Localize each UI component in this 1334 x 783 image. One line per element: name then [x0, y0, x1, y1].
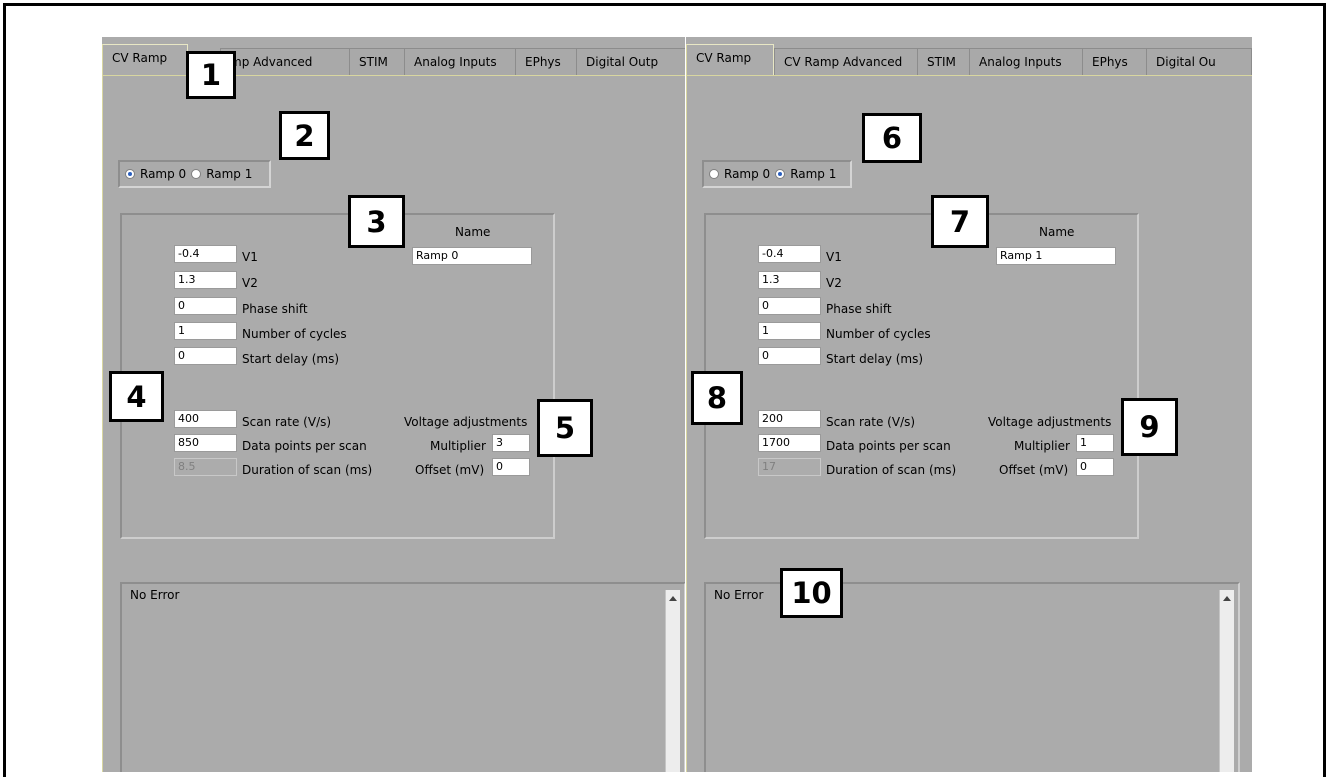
tab-stim[interactable]: STIM	[917, 48, 970, 75]
num-cycles-field[interactable]: 1	[174, 322, 237, 340]
data-points-field[interactable]: 1700	[758, 434, 821, 452]
callout-2: 2	[279, 111, 330, 160]
radio-ramp-1[interactable]	[191, 169, 202, 179]
callout-1: 1	[186, 51, 236, 99]
error-text: No Error	[130, 588, 180, 602]
tab-digital-outputs[interactable]: Digital Outp	[576, 48, 685, 75]
radio-ramp-0-label: Ramp 0	[140, 167, 187, 181]
duration-field: 17	[758, 458, 821, 476]
tab-digital-outputs[interactable]: Digital Ou	[1146, 48, 1252, 75]
radio-ramp-0-label: Ramp 0	[724, 167, 771, 181]
multiplier-label: Multiplier	[430, 439, 486, 453]
callout-10: 10	[780, 568, 843, 618]
tab-cv-ramp[interactable]: CV Ramp	[102, 44, 188, 76]
ramp-name-field[interactable]: Ramp 1	[996, 247, 1116, 265]
tab-strip: CV Ramp CV Ramp Advanced STIM Analog Inp…	[686, 37, 1252, 76]
start-delay-field[interactable]: 0	[758, 347, 821, 365]
ramp-settings-group: Name Ramp 0 -0.4 V1 1.3 V2 0 Phase shift…	[120, 213, 555, 539]
error-box: No Error	[120, 582, 685, 772]
callout-8: 8	[691, 371, 743, 425]
v2-field[interactable]: 1.3	[174, 271, 237, 289]
data-points-label: Data points per scan	[242, 439, 367, 453]
ramp-selector: Ramp 0 Ramp 1	[702, 160, 852, 188]
tab-analog-inputs[interactable]: Analog Inputs	[404, 48, 516, 75]
scan-rate-label: Scan rate (V/s)	[242, 415, 332, 429]
phase-shift-label: Phase shift	[242, 302, 308, 316]
duration-label: Duration of scan (ms)	[826, 463, 957, 477]
radio-ramp-1-label: Ramp 1	[206, 167, 253, 181]
error-text: No Error	[714, 588, 764, 602]
callout-9: 9	[1121, 398, 1178, 456]
offset-field[interactable]: 0	[1076, 458, 1114, 476]
radio-ramp-1[interactable]	[775, 169, 786, 179]
start-delay-label: Start delay (ms)	[242, 352, 340, 366]
duration-label: Duration of scan (ms)	[242, 463, 373, 477]
offset-label: Offset (mV)	[999, 463, 1069, 477]
tab-ephys[interactable]: EPhys	[515, 48, 577, 75]
data-points-field[interactable]: 850	[174, 434, 237, 452]
radio-ramp-0[interactable]	[709, 169, 719, 179]
multiplier-label: Multiplier	[1014, 439, 1070, 453]
v2-label: V2	[242, 276, 258, 290]
start-delay-field[interactable]: 0	[174, 347, 237, 365]
v2-label: V2	[826, 276, 842, 290]
callout-4: 4	[109, 371, 164, 422]
num-cycles-field[interactable]: 1	[758, 322, 821, 340]
radio-ramp-1-label: Ramp 1	[790, 167, 837, 181]
offset-label: Offset (mV)	[415, 463, 485, 477]
vertical-scrollbar[interactable]	[1219, 590, 1234, 772]
v1-label: V1	[826, 250, 842, 264]
num-cycles-label: Number of cycles	[826, 327, 931, 341]
callout-7: 7	[931, 195, 989, 248]
name-label: Name	[1039, 225, 1075, 239]
ramp-selector: Ramp 0 Ramp 1	[118, 160, 271, 188]
v2-field[interactable]: 1.3	[758, 271, 821, 289]
tab-ephys[interactable]: EPhys	[1082, 48, 1147, 75]
ramp-name-field[interactable]: Ramp 0	[412, 247, 532, 265]
tab-stim[interactable]: STIM	[349, 48, 405, 75]
tab-cv-ramp-advanced[interactable]: CV Ramp Advanced	[774, 48, 918, 75]
scroll-up-icon[interactable]	[1223, 596, 1231, 601]
tab-cv-ramp[interactable]: CV Ramp	[686, 44, 774, 76]
phase-shift-label: Phase shift	[826, 302, 892, 316]
multiplier-field[interactable]: 3	[492, 434, 530, 452]
scan-rate-label: Scan rate (V/s)	[826, 415, 916, 429]
offset-field[interactable]: 0	[492, 458, 530, 476]
v1-field[interactable]: -0.4	[174, 245, 237, 263]
callout-5: 5	[537, 399, 593, 457]
v1-label: V1	[242, 250, 258, 264]
left-panel: CV Ramp mp Advanced STIM Analog Inputs E…	[102, 37, 685, 772]
duration-field: 8.5	[174, 458, 237, 476]
tab-cv-ramp-advanced[interactable]: mp Advanced	[220, 48, 350, 75]
callout-3: 3	[348, 195, 405, 248]
tab-analog-inputs[interactable]: Analog Inputs	[969, 48, 1083, 75]
vertical-scrollbar[interactable]	[665, 590, 680, 772]
callout-6: 6	[862, 113, 922, 163]
ramp-settings-group: Name Ramp 1 -0.4 V1 1.3 V2 0 Phase shift…	[704, 213, 1139, 539]
data-points-label: Data points per scan	[826, 439, 951, 453]
voltage-adjustments-label: Voltage adjustments	[988, 415, 1112, 429]
scan-rate-field[interactable]: 200	[758, 410, 821, 428]
scan-rate-field[interactable]: 400	[174, 410, 237, 428]
v1-field[interactable]: -0.4	[758, 245, 821, 263]
phase-shift-field[interactable]: 0	[174, 297, 237, 315]
multiplier-field[interactable]: 1	[1076, 434, 1114, 452]
num-cycles-label: Number of cycles	[242, 327, 347, 341]
scroll-up-icon[interactable]	[669, 596, 677, 601]
start-delay-label: Start delay (ms)	[826, 352, 924, 366]
phase-shift-field[interactable]: 0	[758, 297, 821, 315]
radio-ramp-0[interactable]	[125, 169, 135, 179]
tab-body: Ramp 0 Ramp 1 Name Ramp 0 -0.4 V1 1.3 V2…	[102, 75, 685, 772]
name-label: Name	[455, 225, 491, 239]
voltage-adjustments-label: Voltage adjustments	[404, 415, 528, 429]
